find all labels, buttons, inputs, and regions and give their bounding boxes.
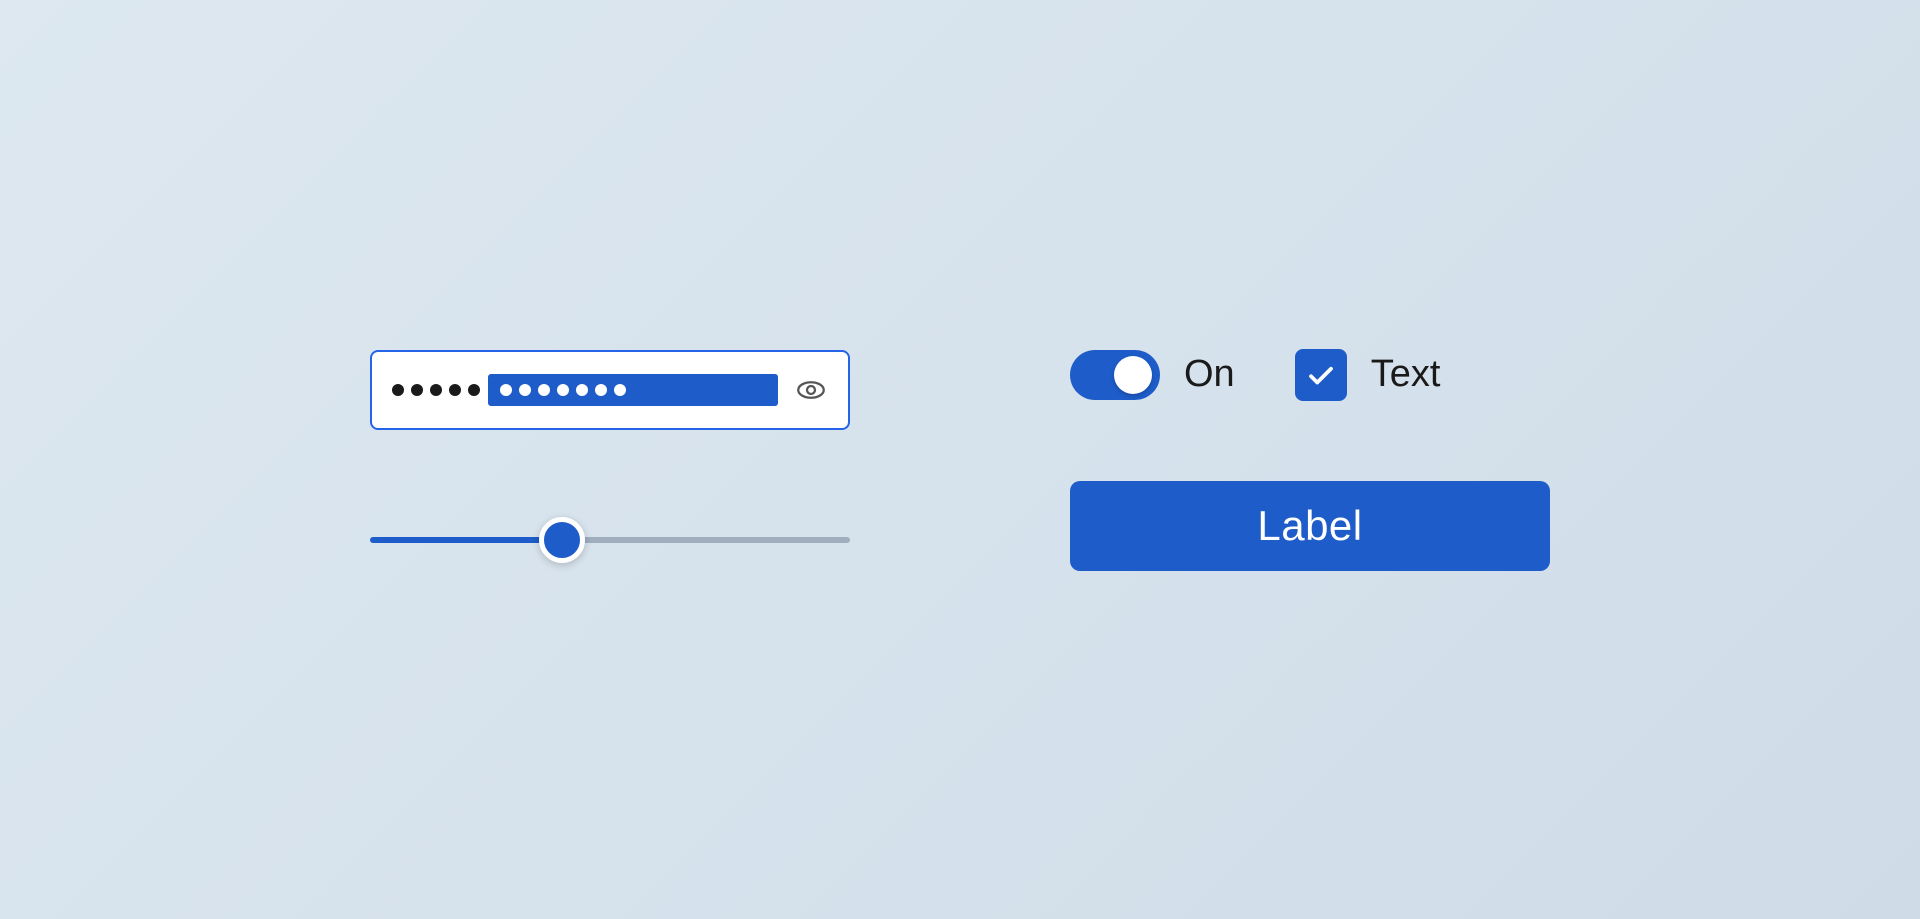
password-visibility-toggle[interactable] <box>778 373 828 407</box>
checkbox-box[interactable] <box>1295 349 1347 401</box>
password-selected-block <box>488 374 778 406</box>
password-unselected-dots <box>392 384 486 396</box>
dot-5 <box>468 384 480 396</box>
checkbox-label: Text <box>1371 353 1441 396</box>
toggle-checkbox-row: On Text <box>1070 349 1440 401</box>
right-column: On Text Label <box>1070 349 1550 571</box>
checkmark-icon <box>1306 360 1336 390</box>
toggle-label: On <box>1184 353 1235 396</box>
dot-1 <box>392 384 404 396</box>
left-column <box>370 350 850 570</box>
slider-track <box>370 537 850 543</box>
eye-icon <box>794 373 828 407</box>
slider-thumb[interactable] <box>539 517 585 563</box>
dot-sel-3 <box>538 384 550 396</box>
dot-sel-2 <box>519 384 531 396</box>
toggle-switch[interactable] <box>1070 350 1160 400</box>
checkbox-group: Text <box>1295 349 1441 401</box>
toggle-knob <box>1114 356 1152 394</box>
dot-sel-4 <box>557 384 569 396</box>
toggle-group: On <box>1070 350 1235 400</box>
dot-4 <box>449 384 461 396</box>
dot-sel-1 <box>500 384 512 396</box>
password-input-wrapper[interactable] <box>370 350 850 430</box>
dot-sel-7 <box>614 384 626 396</box>
label-button[interactable]: Label <box>1070 481 1550 571</box>
dot-sel-5 <box>576 384 588 396</box>
dot-3 <box>430 384 442 396</box>
dot-sel-6 <box>595 384 607 396</box>
dot-2 <box>411 384 423 396</box>
main-container: On Text Label <box>370 349 1550 571</box>
slider-wrapper[interactable] <box>370 510 850 570</box>
